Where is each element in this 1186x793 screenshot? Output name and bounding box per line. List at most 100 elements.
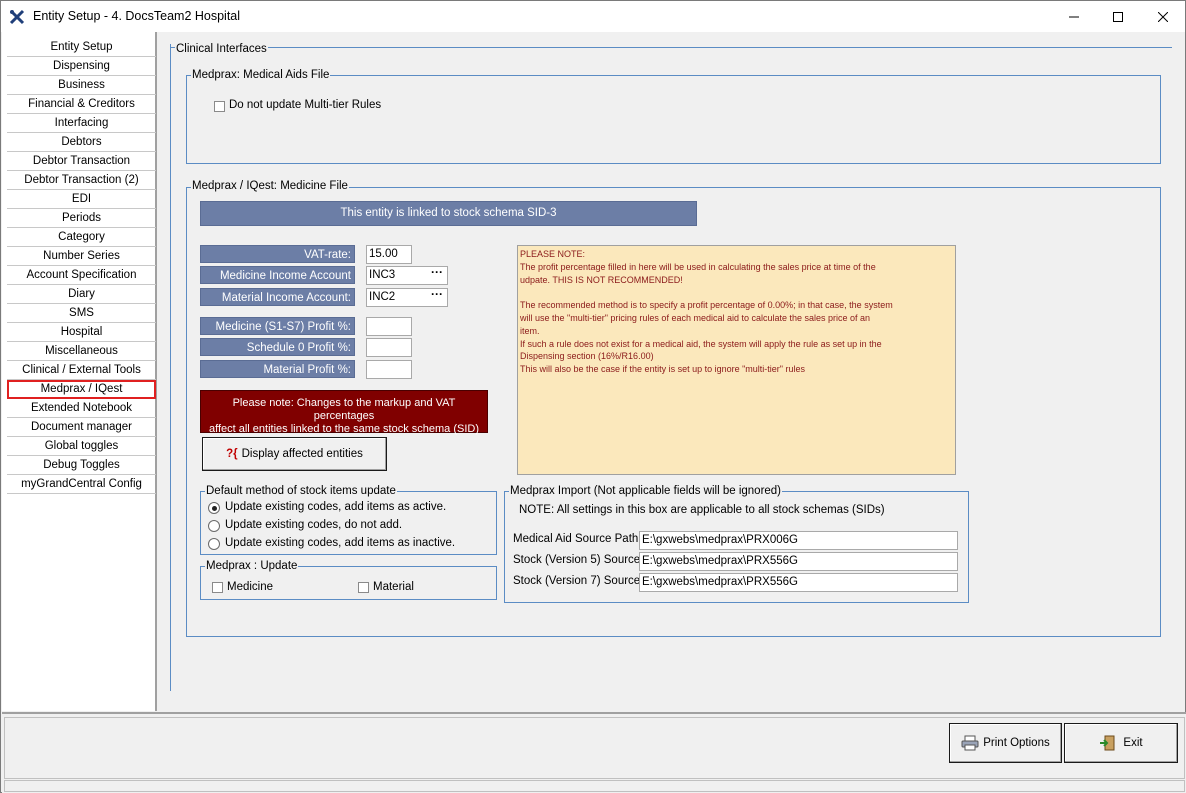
material-income-account-label: Material Income Account:	[200, 288, 355, 306]
warning-line-2: affect all entities linked to the same s…	[208, 423, 480, 435]
markup-vat-warning: Please note: Changes to the markup and V…	[200, 390, 488, 435]
sidebar-item-debtor-transaction[interactable]: Debtor Transaction	[7, 152, 156, 171]
material-profit-label: Material Profit %:	[200, 360, 355, 378]
note-line: PLEASE NOTE:	[520, 249, 586, 259]
minimize-icon	[1069, 16, 1079, 17]
import-path-label: Stock (Version 5) Source	[513, 554, 641, 566]
medical-aids-fieldset	[186, 75, 1161, 164]
note-line: This will also be the case if the entity…	[520, 364, 806, 375]
medprax-import-note: NOTE: All settings in this box are appli…	[519, 504, 885, 516]
note-line: The profit percentage filled in here wil…	[520, 261, 876, 272]
note-line: udpate. THIS IS NOT RECOMMENDED!	[520, 274, 683, 285]
medicine-income-account-label: Medicine Income Account	[200, 266, 355, 284]
sidebar-item-clinical-external-tools[interactable]: Clinical / External Tools	[7, 361, 156, 380]
medical-aids-legend: Medprax: Medical Aids File	[191, 69, 331, 81]
status-strip	[4, 780, 1185, 792]
medicine-file-legend: Medprax / IQest: Medicine File	[191, 180, 349, 192]
default-method-radio-2[interactable]	[208, 520, 220, 532]
maximize-button[interactable]	[1095, 1, 1141, 32]
note-line: If such a rule does not exist for a medi…	[520, 338, 882, 349]
sidebar-item-hospital[interactable]: Hospital	[7, 323, 156, 342]
material-update-label: Material	[373, 581, 414, 593]
import-path-label: Stock (Version 7) Source	[513, 575, 641, 587]
title-bar: Entity Setup - 4. DocsTeam2 Hospital	[1, 1, 1185, 32]
warning-line-1: Please note: Changes to the markup and V…	[232, 397, 456, 422]
medicine-profit-label: Medicine (S1-S7) Profit %:	[200, 317, 355, 335]
main-panel: Clinical Interfaces Medprax: Medical Aid…	[158, 32, 1185, 711]
sidebar-item-financial-creditors[interactable]: Financial & Creditors	[7, 95, 156, 114]
default-method-legend: Default method of stock items update	[205, 485, 397, 497]
exit-door-icon	[1100, 735, 1115, 751]
close-button[interactable]	[1140, 1, 1186, 32]
affected-entities-icon: ?{	[226, 448, 238, 460]
medicine-update-label: Medicine	[227, 581, 274, 593]
sidebar-item-miscellaneous[interactable]: Miscellaneous	[7, 342, 156, 361]
import-path-input[interactable]: E:\gxwebs\medprax\PRX556G	[639, 573, 958, 592]
sidebar-item-diary[interactable]: Diary	[7, 285, 156, 304]
note-line	[520, 286, 953, 299]
sidebar-item-extended-notebook[interactable]: Extended Notebook	[7, 399, 156, 418]
entity-setup-window: Entity Setup - 4. DocsTeam2 Hospital Ent…	[0, 0, 1186, 793]
sidebar-item-dispensing[interactable]: Dispensing	[7, 57, 156, 76]
note-line: will use the "multi-tier" pricing rules …	[520, 312, 871, 323]
material-profit-input[interactable]	[366, 360, 412, 379]
default-method-option-label: Update existing codes, do not add.	[225, 519, 403, 531]
display-affected-entities-label: Display affected entities	[241, 448, 363, 460]
schedule0-profit-input[interactable]	[366, 338, 412, 357]
material-income-browse-button[interactable]: ···	[428, 288, 446, 307]
profit-percentage-note: PLEASE NOTE: The profit percentage filled…	[517, 245, 956, 475]
sidebar-item-interfacing[interactable]: Interfacing	[7, 114, 156, 133]
sidebar-item-mygrandcentral-config[interactable]: myGrandCentral Config	[7, 475, 156, 494]
medicine-income-browse-button[interactable]: ···	[428, 266, 446, 285]
minimize-button[interactable]	[1051, 1, 1097, 32]
medprax-update-legend: Medprax : Update	[205, 560, 299, 572]
sidebar-item-debug-toggles[interactable]: Debug Toggles	[7, 456, 156, 475]
default-method-radio-3[interactable]	[208, 538, 220, 550]
material-update-checkbox[interactable]	[358, 582, 369, 593]
medicine-profit-input[interactable]	[366, 317, 412, 336]
sidebar-item-sms[interactable]: SMS	[7, 304, 156, 323]
vat-rate-label: VAT-rate:	[200, 245, 355, 263]
import-path-input[interactable]: E:\gxwebs\medprax\PRX556G	[639, 552, 958, 571]
vat-rate-input[interactable]: 15.00	[366, 245, 412, 264]
display-affected-entities-button[interactable]: ?{ Display affected entities	[202, 437, 387, 471]
close-icon	[1158, 11, 1168, 22]
sidebar-item-debtors[interactable]: Debtors	[7, 133, 156, 152]
print-options-label: Print Options	[983, 737, 1050, 749]
default-method-option-label: Update existing codes, add items as acti…	[225, 501, 447, 513]
exit-label: Exit	[1123, 737, 1143, 749]
left-guide-line	[170, 44, 171, 691]
printer-icon	[961, 735, 979, 751]
sidebar-nav: Entity Setup Dispensing Business Financial …	[2, 32, 157, 711]
sidebar-item-medprax-iqest[interactable]: Medprax / IQest	[7, 380, 156, 399]
sidebar-item-global-toggles[interactable]: Global toggles	[7, 437, 156, 456]
sidebar-item-business[interactable]: Business	[7, 76, 156, 95]
medicine-update-checkbox[interactable]	[212, 582, 223, 593]
maximize-icon	[1113, 11, 1123, 22]
window-title: Entity Setup - 4. DocsTeam2 Hospital	[33, 9, 241, 23]
sidebar-item-entity-setup[interactable]: Entity Setup	[7, 38, 156, 57]
sidebar-item-periods[interactable]: Periods	[7, 209, 156, 228]
clinical-interfaces-line	[170, 47, 1172, 48]
exit-button[interactable]: Exit	[1064, 723, 1178, 763]
sidebar-item-account-specification[interactable]: Account Specification	[7, 266, 156, 285]
do-not-update-multitier-checkbox[interactable]	[214, 101, 225, 112]
sidebar-item-debtor-transaction-2[interactable]: Debtor Transaction (2)	[7, 171, 156, 190]
print-options-button[interactable]: Print Options	[949, 723, 1062, 763]
clinical-interfaces-title: Clinical Interfaces	[175, 43, 268, 55]
schedule0-profit-label: Schedule 0 Profit %:	[200, 338, 355, 356]
note-line: item.	[520, 325, 540, 336]
stock-schema-banner: This entity is linked to stock schema SI…	[200, 201, 697, 226]
note-line: Dispensing section (16%/R16.00)	[520, 351, 654, 362]
sidebar-item-document-manager[interactable]: Document manager	[7, 418, 156, 437]
default-method-radio-1[interactable]	[208, 502, 220, 514]
sidebar-item-number-series[interactable]: Number Series	[7, 247, 156, 266]
footer-panel: Print Options Exit	[2, 712, 1186, 793]
sidebar-item-edi[interactable]: EDI	[7, 190, 156, 209]
note-line: The recommended method is to specify a p…	[520, 300, 893, 311]
sidebar-item-category[interactable]: Category	[7, 228, 156, 247]
cross-tools-icon	[9, 9, 25, 25]
do-not-update-multitier-label: Do not update Multi-tier Rules	[229, 99, 382, 111]
import-path-input[interactable]: E:\gxwebs\medprax\PRX006G	[639, 531, 958, 550]
default-method-option-label: Update existing codes, add items as inac…	[225, 537, 456, 549]
